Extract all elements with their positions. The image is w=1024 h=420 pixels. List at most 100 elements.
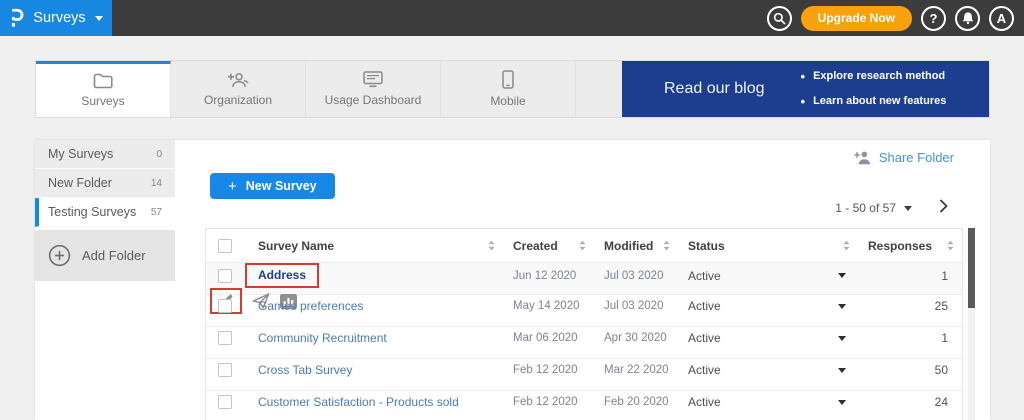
new-survey-label: New Survey [246,179,317,193]
chevron-down-icon [95,16,103,21]
vertical-scrollbar[interactable] [968,228,975,420]
table-row: Community RecruitmentMar 06 2020Apr 30 2… [206,326,962,358]
column-header-label: Created [513,239,558,253]
tab-label: Mobile [490,94,525,108]
row-checkbox[interactable] [218,299,232,313]
row-checkbox[interactable] [218,363,232,377]
content-area: Share Folder + New Survey 1 - 50 of 57 S… [175,140,990,420]
status-label: Active [688,269,721,283]
modified-cell: Jul 03 2020 [594,270,678,282]
help-button[interactable]: ? [921,6,946,31]
column-header-survey-name[interactable]: Survey Name [244,239,503,253]
responses-cell: 50 [858,363,962,377]
row-checkbox[interactable] [218,269,232,283]
folder-label: Testing Surveys [48,205,136,219]
status-dropdown-caret[interactable] [838,304,846,309]
avatar[interactable]: A [989,6,1014,31]
responses-cell: 25 [858,299,962,313]
share-folder-button[interactable]: Share Folder [854,150,954,165]
column-header-responses[interactable]: Responses [858,239,962,253]
banner-bullet: Explore research method [801,64,947,89]
modified-cell: Feb 20 2020 [594,396,678,408]
tab-organization[interactable]: Organization [171,61,306,117]
row-checkbox[interactable] [218,395,232,409]
modified-cell: Mar 22 2020 [594,364,678,376]
status-label: Active [688,363,721,377]
survey-name-cell: Community Recruitment [244,331,503,345]
product-name: Surveys [33,10,85,26]
table-row: Customer Satisfaction - Products sold Feb… [206,390,962,420]
tab-mobile[interactable]: Mobile [441,61,576,117]
product-switcher[interactable]: Surveys [0,0,112,36]
add-folder-button[interactable]: Add Folder [35,230,175,281]
sidebar-item-my-surveys[interactable]: My Surveys0 [35,140,175,169]
sidebar-item-testing-surveys[interactable]: Testing Surveys 57 [35,198,175,227]
status-label: Active [688,395,721,409]
survey-name-cell: Customer Satisfaction - Products sold [244,395,503,409]
status-dropdown-caret[interactable] [838,336,846,341]
tab-surveys[interactable]: Surveys [36,61,171,117]
column-header-modified[interactable]: Modified [594,239,678,253]
folder-count: 57 [151,207,162,218]
pagination-label: 1 - 50 of 57 [835,201,896,215]
status-label: Active [688,331,721,345]
next-page-button[interactable] [937,197,950,215]
folder-icon [93,73,113,89]
survey-name-link[interactable]: Community Recruitment [258,331,387,345]
table-row: Cross Tab Survey Feb 12 2020Mar 22 2020 Ac… [206,358,962,390]
survey-name-link[interactable]: Cross Tab Survey [258,363,352,377]
table-header-row: Survey Name Created ModifiedStatusResponse… [206,229,962,262]
created-cell: Feb 12 2020 [503,364,594,376]
sort-icon[interactable] [488,240,495,251]
column-header-created[interactable]: Created [503,239,594,253]
status-cell: Active [678,269,858,283]
table-row: Games preferences May 14 2020Jul 03 2020 A… [206,294,962,326]
status-label: Active [688,299,721,313]
pagination-dropdown[interactable]: 1 - 50 of 57 [835,201,912,215]
responses-cell: 1 [858,331,962,345]
folder-list: My Surveys0New Folder14 Testing Surveys 57 [35,140,175,227]
sort-icon[interactable] [579,240,586,251]
tab-strip: Surveys OrganizationUsage Dashboard Mobile… [35,60,990,118]
sort-icon[interactable] [843,240,850,251]
notifications-button[interactable] [955,6,980,31]
survey-name-link[interactable]: Customer Satisfaction - Products sold [258,395,459,409]
table-row: Address Jun 12 2020Jul 03 2020 Active 1 [206,262,962,294]
select-all-checkbox[interactable] [218,239,232,253]
tab-usage-dashboard[interactable]: Usage Dashboard [306,61,441,117]
responses-cell: 1 [858,269,962,283]
folder-label: My Surveys [48,147,113,161]
scrollbar-thumb[interactable] [968,228,975,308]
mobile-icon [502,70,514,89]
new-survey-button[interactable]: + New Survey [210,173,335,199]
column-header-status[interactable]: Status [678,239,858,253]
sidebar-item-new-folder[interactable]: New Folder14 [35,169,175,198]
status-dropdown-caret[interactable] [838,368,846,373]
survey-name-link[interactable]: Games preferences [258,299,363,313]
created-cell: May 14 2020 [503,300,594,312]
status-dropdown-caret[interactable] [838,400,846,405]
row-checkbox[interactable] [218,331,232,345]
survey-name-link[interactable]: Address [258,268,306,282]
upgrade-now-button[interactable]: Upgrade Now [801,6,912,31]
dashboard-icon [363,71,383,88]
modified-cell: Jul 03 2020 [594,300,678,312]
blog-banner[interactable]: Read our blog Explore research methodLea… [622,61,989,117]
person-add-icon [854,150,872,165]
banner-bullet: Learn about new features [801,89,947,114]
created-cell: Mar 06 2020 [503,332,594,344]
column-header-label: Survey Name [258,239,334,253]
created-cell: Feb 12 2020 [503,396,594,408]
banner-bullet-list: Explore research methodLearn about new f… [801,64,947,115]
created-cell: Jun 12 2020 [503,270,594,282]
status-cell: Active [678,299,858,313]
survey-name-cell: Cross Tab Survey [244,363,503,377]
sort-icon[interactable] [663,240,670,251]
sort-icon[interactable] [947,240,954,251]
banner-title: Read our blog [622,80,765,98]
plus-circle-icon [48,244,71,267]
search-button[interactable] [767,6,792,31]
status-dropdown-caret[interactable] [838,273,846,278]
tab-label: Surveys [81,94,124,108]
bell-icon [962,11,974,25]
